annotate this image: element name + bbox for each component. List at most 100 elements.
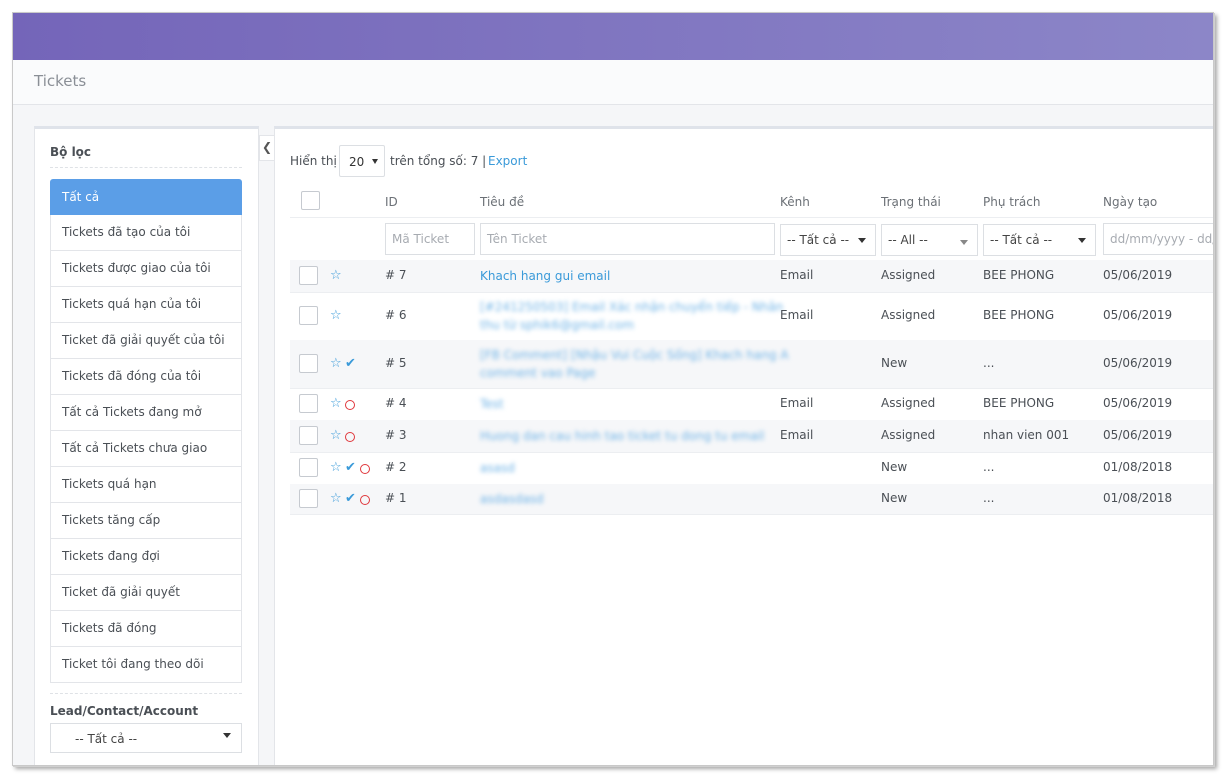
- col-header-channel[interactable]: Kênh: [780, 195, 810, 209]
- ticket-status: Assigned: [881, 428, 936, 442]
- ticket-channel: Email: [780, 308, 814, 322]
- ticket-created-date: 01/08/2018: [1103, 460, 1173, 474]
- sidebar-filter-item[interactable]: Tickets đã đóng: [50, 611, 242, 647]
- filter-title-input[interactable]: Tên Ticket: [480, 223, 775, 255]
- page-size-select[interactable]: 20: [339, 145, 385, 177]
- sidebar-filter-item[interactable]: Tất cả: [50, 179, 242, 215]
- ticket-id: # 7: [385, 268, 407, 282]
- divider: [50, 167, 242, 168]
- col-header-title[interactable]: Tiêu đề: [480, 195, 524, 209]
- ticket-status: Assigned: [881, 396, 936, 410]
- lead-contact-account-select[interactable]: -- Tất cả --: [50, 723, 242, 753]
- row-checkbox[interactable]: [299, 394, 318, 413]
- ticket-status: New: [881, 491, 908, 505]
- filter-sidebar: Bộ lọc Tất cả Tickets đã tạo của tôi Ticke…: [34, 126, 259, 765]
- ticket-channel: Email: [780, 268, 814, 282]
- table-row[interactable]: ☆ ✔ # 5 [FB Comment] [Nhậu Vui Cuộc Sống] K…: [290, 340, 1213, 389]
- table-row[interactable]: ☆ ✔ # 1 asdasdasd New... 01/08/2018: [290, 484, 1213, 515]
- sidebar-filter-item[interactable]: Tickets đã đóng của tôi: [50, 359, 242, 395]
- row-checkbox[interactable]: [299, 354, 318, 373]
- chevron-left-icon: ❮: [261, 140, 273, 154]
- ticket-title-link[interactable]: Test: [480, 395, 504, 413]
- filter-date-input[interactable]: dd/mm/yyyy - dd/m: [1103, 223, 1213, 255]
- ticket-id: # 2: [385, 460, 407, 474]
- sidebar-filter-item[interactable]: Ticket đã giải quyết: [50, 575, 242, 611]
- total-count: trên tổng số: 7 |: [390, 154, 487, 168]
- caret-down-icon: [858, 238, 866, 243]
- col-header-id[interactable]: ID: [385, 195, 398, 209]
- table-filter-row: Mã Ticket Tên Ticket -- Tất cả -- -- All…: [290, 218, 1213, 261]
- export-link[interactable]: Export: [488, 154, 527, 168]
- filter-status-select[interactable]: -- All --: [881, 224, 978, 256]
- ticket-title-link[interactable]: [FB Comment] [Nhậu Vui Cuộc Sống] Khach …: [480, 346, 789, 382]
- ticket-created-date: 05/06/2019: [1103, 268, 1173, 282]
- sidebar-filter-item[interactable]: Tất cả Tickets đang mở: [50, 395, 242, 431]
- circle-icon: [345, 432, 355, 442]
- ticket-status: New: [881, 460, 908, 474]
- sidebar-filter-item[interactable]: Tickets đã tạo của tôi: [50, 215, 242, 251]
- ticket-owner: BEE PHONG: [983, 308, 1055, 322]
- circle-icon: [345, 400, 355, 410]
- ticket-title-link[interactable]: [#241250503] Email Xác nhận chuyển tiếp …: [480, 298, 783, 334]
- star-icon[interactable]: ☆: [330, 492, 342, 506]
- ticket-title-link[interactable]: Khach hang gui email: [480, 267, 610, 285]
- col-header-owner[interactable]: Phụ trách: [983, 195, 1040, 209]
- ticket-id: # 5: [385, 356, 407, 370]
- ticket-created-date: 05/06/2019: [1103, 428, 1173, 442]
- row-checkbox[interactable]: [299, 306, 318, 325]
- filter-channel-select[interactable]: -- Tất cả --: [780, 224, 876, 256]
- star-icon[interactable]: ☆: [330, 357, 342, 371]
- collapse-sidebar-button[interactable]: ❮: [259, 135, 275, 161]
- filter-list: Tất cả Tickets đã tạo của tôi Tickets được…: [50, 179, 242, 683]
- col-header-created[interactable]: Ngày tạo: [1103, 195, 1157, 209]
- row-checkbox[interactable]: [299, 489, 318, 508]
- col-header-status[interactable]: Trạng thái: [881, 195, 941, 209]
- filter-id-input[interactable]: Mã Ticket: [385, 223, 475, 255]
- sidebar-filter-item[interactable]: Tickets quá hạn của tôi: [50, 287, 242, 323]
- page-title: Tickets: [34, 72, 87, 90]
- ticket-created-date: 05/06/2019: [1103, 396, 1173, 410]
- table-row[interactable]: ☆ ✔ # 2 asasd New... 01/08/2018: [290, 452, 1213, 485]
- table-row[interactable]: ☆ # 7 Khach hang gui email Email Assigned BEE…: [290, 260, 1213, 293]
- check-icon: ✔: [345, 460, 356, 475]
- row-checkbox[interactable]: [299, 426, 318, 445]
- table-row[interactable]: ☆ # 3 Huong dan cau hinh tao ticket tu don…: [290, 420, 1213, 453]
- sidebar-filter-item[interactable]: Ticket đã giải quyết của tôi: [50, 323, 242, 359]
- star-icon[interactable]: ☆: [330, 461, 342, 475]
- sidebar-filter-item[interactable]: Tickets tăng cấp: [50, 503, 242, 539]
- sidebar-filter-item[interactable]: Ticket tôi đang theo dõi: [50, 647, 242, 683]
- sidebar-filter-item[interactable]: Tickets quá hạn: [50, 467, 242, 503]
- check-icon: ✔: [345, 356, 356, 371]
- check-icon: ✔: [345, 491, 356, 506]
- ticket-title-link[interactable]: Huong dan cau hinh tao ticket tu dong tu…: [480, 427, 764, 445]
- tickets-panel: Hiển thị 20 trên tổng số: 7 | Export ID …: [274, 126, 1213, 765]
- table-header-row: ID Tiêu đề Kênh Trạng thái Phụ trách Ngà…: [290, 185, 1213, 218]
- lead-contact-account-label: Lead/Contact/Account: [50, 704, 199, 718]
- sidebar-filter-item[interactable]: Tickets được giao của tôi: [50, 251, 242, 287]
- star-icon[interactable]: ☆: [330, 397, 342, 411]
- ticket-owner: BEE PHONG: [983, 396, 1055, 410]
- ticket-owner: ...: [983, 356, 995, 370]
- app-frame: Tickets Bộ lọc Tất cả Tickets đã tạo của …: [12, 12, 1214, 766]
- table-row[interactable]: ☆ # 4 Test Email Assigned BEE PHONG 05/06/2019: [290, 388, 1213, 421]
- row-checkbox[interactable]: [299, 458, 318, 477]
- ticket-created-date: 01/08/2018: [1103, 491, 1173, 505]
- filter-owner-select[interactable]: -- Tất cả --: [983, 224, 1096, 256]
- select-all-checkbox[interactable]: [301, 191, 320, 210]
- sidebar-filter-item[interactable]: Tickets đang đợi: [50, 539, 242, 575]
- star-icon[interactable]: ☆: [330, 309, 342, 323]
- table-row[interactable]: ☆ # 6 [#241250503] Email Xác nhận chuyển t…: [290, 292, 1213, 341]
- filter-title: Bộ lọc: [50, 145, 92, 159]
- caret-down-icon: [1078, 238, 1086, 243]
- show-label: Hiển thị: [290, 154, 337, 168]
- row-checkbox[interactable]: [299, 266, 318, 285]
- star-icon[interactable]: ☆: [330, 429, 342, 443]
- top-navbar: [13, 13, 1213, 60]
- ticket-status: Assigned: [881, 268, 936, 282]
- ticket-title-link[interactable]: asdasdasd: [480, 490, 544, 508]
- sidebar-filter-item[interactable]: Tất cả Tickets chưa giao: [50, 431, 242, 467]
- ticket-created-date: 05/06/2019: [1103, 308, 1173, 322]
- star-icon[interactable]: ☆: [330, 269, 342, 283]
- ticket-title-link[interactable]: asasd: [480, 459, 515, 477]
- caret-down-icon: [960, 240, 968, 245]
